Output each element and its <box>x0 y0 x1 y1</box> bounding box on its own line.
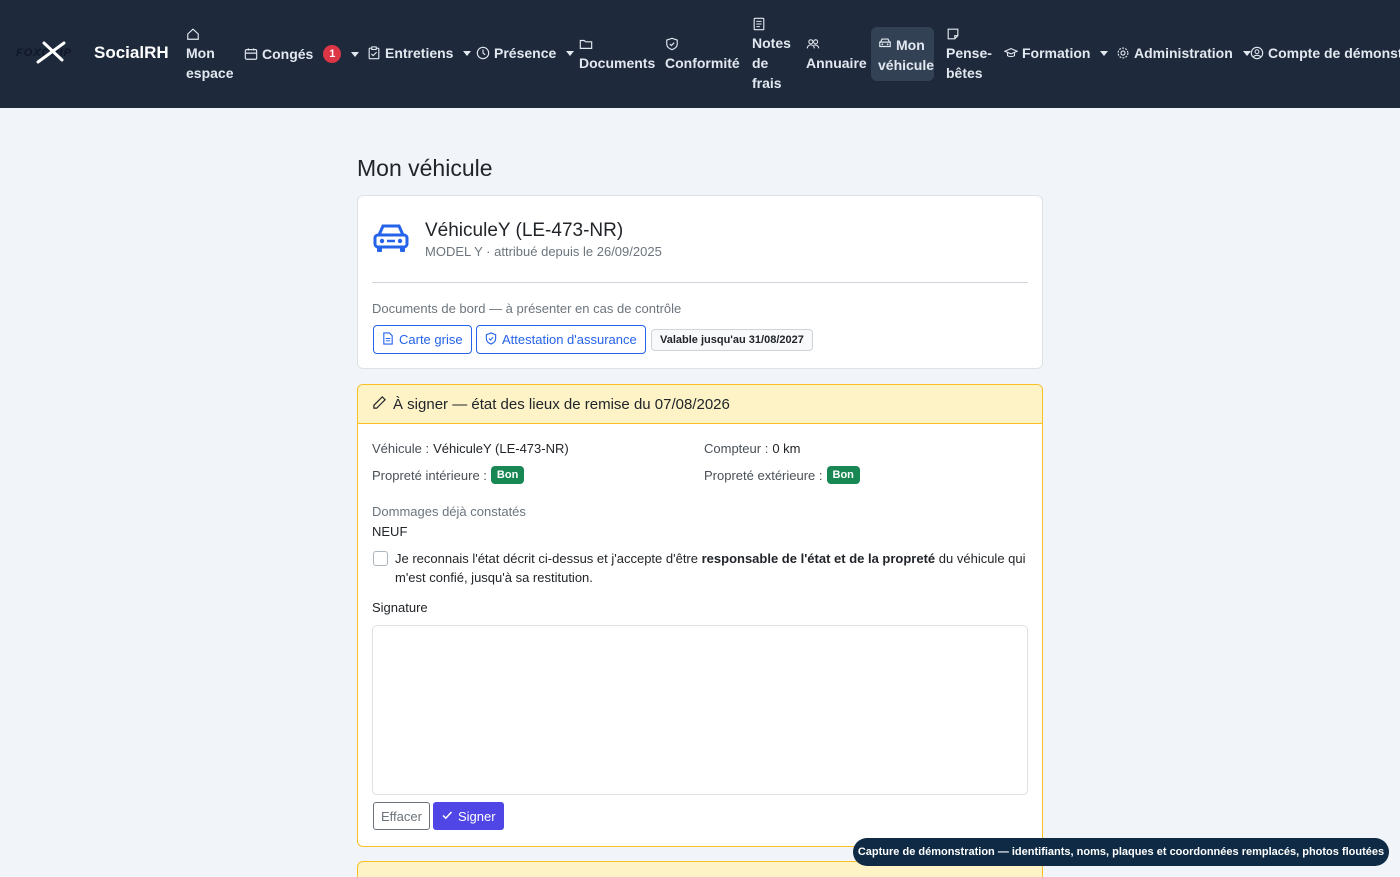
nav-pense-line2: bêtes <box>946 65 983 81</box>
nav-conformite-label: Conformité <box>665 55 740 71</box>
check-icon <box>441 809 453 824</box>
nav-account-label: Compte de démonstra <box>1268 45 1400 61</box>
demo-capture-banner: Capture de démonstration — identifiants,… <box>853 838 1389 866</box>
nav-vehicule-line1: Mon <box>896 37 925 53</box>
nav-presence-label: Présence <box>494 45 557 61</box>
nav-entretiens[interactable]: Entretiens <box>367 45 472 61</box>
nav-presence[interactable]: Présence <box>476 45 575 61</box>
damage-value: NEUF <box>372 524 408 539</box>
clock-icon <box>476 46 490 60</box>
nav-annuaire[interactable]: Annuaire <box>806 37 867 73</box>
ack-text-start: Je reconnais l'état décrit ci-dessus et … <box>395 551 702 566</box>
validity-badge: Valable jusqu'au 31/08/2027 <box>651 329 813 351</box>
people-icon <box>806 37 820 51</box>
chevron-down-icon <box>1100 50 1109 56</box>
nav-formation-label: Formation <box>1022 45 1091 61</box>
divider <box>372 282 1028 283</box>
clear-button[interactable]: Effacer <box>373 802 430 830</box>
counter-field-label: Compteur : <box>704 441 769 456</box>
interior-status-badge: Bon <box>490 466 525 484</box>
home-icon <box>186 27 200 41</box>
signature-card-header: À signer — état des lieux de remise du 0… <box>358 385 1042 424</box>
nav-vehicule-line2: véhicule <box>878 57 935 73</box>
signature-card-title: À signer — état des lieux de remise du 0… <box>393 395 730 413</box>
exterior-cleanliness-field: Propreté extérieure : Bon <box>704 466 860 484</box>
docs-label: Documents de bord — à présenter en cas d… <box>372 301 682 316</box>
interior-label: Propreté intérieure : <box>372 467 487 483</box>
nav-entretiens-label: Entretiens <box>385 45 454 61</box>
vehicle-name: VéhiculeY (LE-473-NR) <box>425 220 624 241</box>
nav-notes-line3: frais <box>752 75 782 91</box>
vehicle-field: Véhicule : VéhiculeY (LE-473-NR) <box>372 441 569 456</box>
attestation-button[interactable]: Attestation d'assurance <box>476 325 646 354</box>
nav-pense-line1: Pense- <box>946 45 992 61</box>
sign-button[interactable]: Signer <box>433 802 504 830</box>
nav-account[interactable]: Compte de démonstra <box>1250 45 1400 61</box>
file-icon <box>382 331 394 348</box>
vehicle-subtitle: MODEL Y · attribué depuis le 26/09/2025 <box>425 244 662 259</box>
signature-label: Signature <box>372 600 428 615</box>
clipboard-icon <box>367 46 381 60</box>
interior-cleanliness-field: Propreté intérieure : Bon <box>372 466 525 484</box>
exterior-label: Propreté extérieure : <box>704 467 823 483</box>
page-title: Mon véhicule <box>357 155 493 181</box>
chevron-down-icon <box>351 51 360 57</box>
damage-label: Dommages déjà constatés <box>372 504 526 519</box>
signature-card: À signer — état des lieux de remise du 0… <box>357 384 1043 847</box>
nav-annuaire-label: Annuaire <box>806 55 867 71</box>
car-icon <box>878 35 892 55</box>
carte-grise-button[interactable]: Carte grise <box>373 325 472 354</box>
nav-documents[interactable]: Documents <box>579 37 655 73</box>
signature-pad[interactable] <box>372 625 1028 795</box>
vehicle-card: VéhiculeY (LE-473-NR) MODEL Y · attribué… <box>357 195 1043 369</box>
conges-count-badge: 1 <box>323 45 342 63</box>
nav-mon-espace-line1: Mon <box>186 45 215 61</box>
calendar-icon <box>244 47 258 61</box>
top-navbar: FOXCHIP SocialRH Mon espace Congés 1 Ent… <box>0 0 1400 108</box>
vehicle-field-value: VéhiculeY (LE-473-NR) <box>433 441 569 456</box>
ack-text-bold: responsable de l'état et de la propreté <box>701 551 936 566</box>
shield-check-icon <box>665 37 679 51</box>
nav-mon-espace-line2: espace <box>186 65 234 81</box>
counter-field-value: 0 km <box>772 441 801 456</box>
chevron-down-icon <box>566 50 575 56</box>
nav-documents-label: Documents <box>579 55 656 71</box>
brand-name: SocialRH <box>94 43 169 62</box>
nav-mon-vehicule[interactable]: Mon véhicule <box>871 27 934 81</box>
carte-grise-label: Carte grise <box>399 332 463 347</box>
folder-icon <box>579 37 593 51</box>
nav-notes-line1: Notes <box>752 35 791 51</box>
user-circle-icon <box>1250 46 1264 60</box>
nav-formation[interactable]: Formation <box>1004 45 1109 61</box>
attestation-label: Attestation d'assurance <box>502 332 637 347</box>
brand[interactable]: FOXCHIP SocialRH <box>14 40 169 66</box>
exterior-status-badge: Bon <box>826 466 860 484</box>
car-icon <box>372 222 410 259</box>
vehicle-field-label: Véhicule : <box>372 441 430 456</box>
acknowledge-text: Je reconnais l'état décrit ci-dessus et … <box>395 549 1030 587</box>
receipt-icon <box>752 17 766 31</box>
sticky-note-icon <box>946 27 960 41</box>
nav-conges[interactable]: Congés 1 <box>244 45 360 63</box>
gear-icon <box>1116 46 1130 60</box>
nav-conges-label: Congés <box>262 46 314 62</box>
nav-administration[interactable]: Administration <box>1116 45 1251 61</box>
graduation-cap-icon <box>1004 46 1018 60</box>
chevron-down-icon <box>463 50 472 56</box>
pencil-icon <box>372 395 387 414</box>
sign-button-label: Signer <box>458 808 496 824</box>
brand-logo: FOXCHIP <box>14 40 88 66</box>
nav-mon-espace[interactable]: Mon espace <box>186 27 233 83</box>
nav-pense-betes[interactable]: Pense- bêtes <box>946 27 992 83</box>
nav-notes-line2: de <box>752 55 769 71</box>
shield-icon <box>485 331 497 348</box>
nav-conformite[interactable]: Conformité <box>665 37 740 73</box>
nav-administration-label: Administration <box>1134 45 1233 61</box>
acknowledge-checkbox[interactable] <box>373 551 388 566</box>
nav-notes-de-frais[interactable]: Notes de frais <box>752 17 791 93</box>
counter-field: Compteur : 0 km <box>704 441 800 456</box>
